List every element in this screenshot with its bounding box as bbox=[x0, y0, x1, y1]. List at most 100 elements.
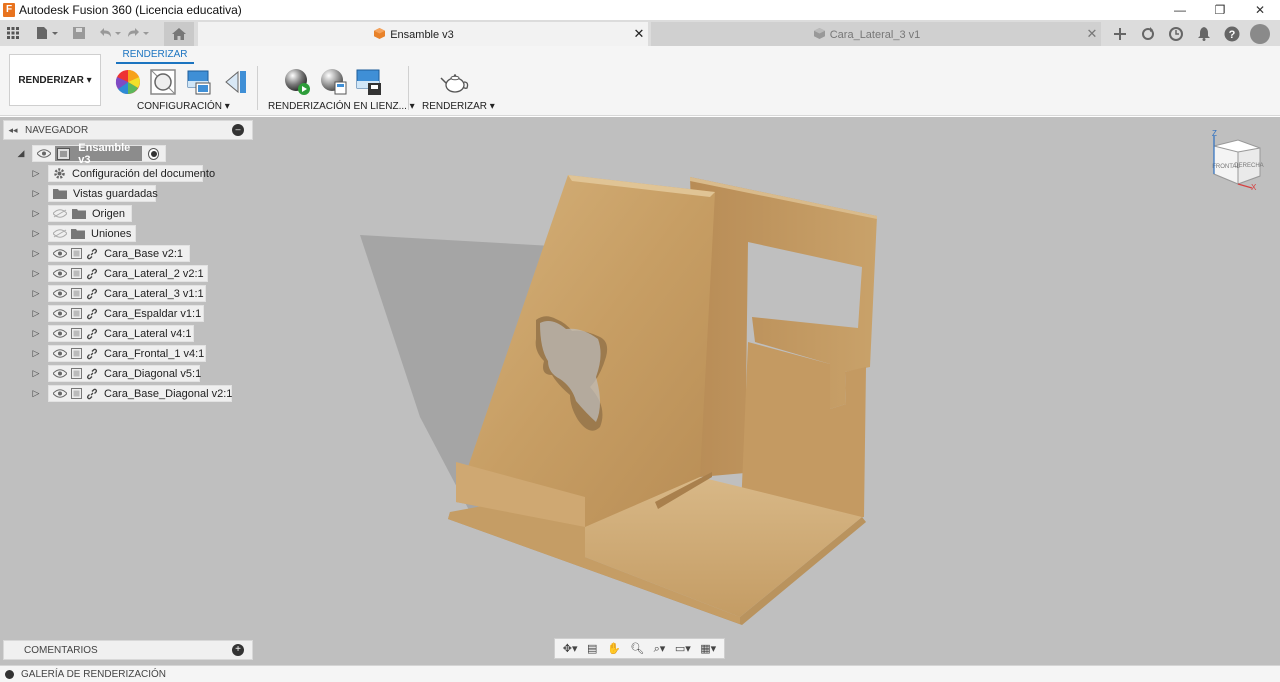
sync-icon[interactable] bbox=[1138, 24, 1158, 44]
tree-item[interactable]: Cara_Diagonal v5:1 bbox=[48, 365, 201, 382]
comments-panel[interactable]: COMENTARIOS + bbox=[3, 640, 253, 660]
orbit-move-icon[interactable]: ✥▾ bbox=[563, 642, 578, 655]
expand-arrow-icon[interactable]: ▷ bbox=[31, 388, 41, 398]
appearance-icon[interactable] bbox=[113, 67, 143, 97]
pan-icon[interactable]: ✋ bbox=[607, 642, 621, 655]
add-comment-icon[interactable]: + bbox=[232, 644, 244, 656]
close-window-button[interactable]: ✕ bbox=[1240, 0, 1280, 20]
radio-active-icon[interactable] bbox=[148, 147, 159, 160]
collapse-arrow-icon[interactable]: ◢ bbox=[16, 148, 26, 158]
tree-item[interactable]: Cara_Lateral_3 v1:1 bbox=[48, 285, 206, 302]
navigator-title: NAVEGADOR bbox=[25, 124, 89, 136]
render-teapot-icon[interactable] bbox=[440, 67, 470, 97]
tree-item[interactable]: Vistas guardadas bbox=[48, 185, 158, 202]
link-icon bbox=[86, 287, 98, 301]
home-icon[interactable] bbox=[164, 22, 194, 46]
group-renderizacion-lienzo-label[interactable]: RENDERIZACIÓN EN LIENZ... ▾ bbox=[268, 101, 415, 112]
navigation-toolbar: ✥▾ ▤ ✋ 🔍︎ ⌕▾ ▭▾ ▦▾ bbox=[554, 638, 725, 659]
display-settings-icon[interactable]: ▭▾ bbox=[675, 642, 691, 655]
part-doc-icon bbox=[813, 27, 825, 39]
tree-item[interactable]: Cara_Base v2:1 bbox=[48, 245, 190, 262]
collapse-panel-icon[interactable]: ◂◂ bbox=[4, 125, 22, 136]
bell-icon[interactable] bbox=[1194, 24, 1214, 44]
eye-icon[interactable] bbox=[53, 367, 67, 381]
ribbon-divider bbox=[257, 66, 258, 110]
group-renderizar-label[interactable]: RENDERIZAR ▾ bbox=[422, 101, 495, 112]
tree-item[interactable]: Cara_Lateral v4:1 bbox=[48, 325, 194, 342]
expand-arrow-icon[interactable]: ▷ bbox=[31, 268, 41, 278]
tree-item-label: Cara_Lateral_2 v2:1 bbox=[104, 267, 204, 280]
group-configuracion-label[interactable]: CONFIGURACIÓN ▾ bbox=[137, 101, 230, 112]
tree-item[interactable]: Cara_Base_Diagonal v2:1 bbox=[48, 385, 232, 402]
tree-item[interactable]: Cara_Lateral_2 v2:1 bbox=[48, 265, 208, 282]
expand-arrow-icon[interactable]: ▷ bbox=[31, 348, 41, 358]
expand-arrow-icon[interactable]: ▷ bbox=[31, 168, 41, 178]
environment-library-icon[interactable] bbox=[184, 67, 214, 97]
tree-root[interactable]: Ensamble v3 bbox=[32, 142, 166, 166]
undo-icon[interactable] bbox=[96, 22, 124, 44]
file-menu-icon[interactable] bbox=[32, 22, 62, 44]
folder-icon bbox=[71, 207, 86, 221]
zoom-icon[interactable]: 🔍︎ bbox=[630, 642, 644, 655]
axis-x-label: X bbox=[1251, 183, 1257, 192]
viewcube-right-label[interactable]: DERECHA bbox=[1234, 163, 1263, 169]
eye-hidden-icon[interactable] bbox=[53, 207, 68, 221]
tree-item[interactable]: Configuración del documento bbox=[48, 165, 215, 182]
tree-item-label: Cara_Base v2:1 bbox=[104, 247, 183, 260]
component-icon bbox=[71, 267, 82, 281]
expand-arrow-icon[interactable]: ▷ bbox=[31, 328, 41, 338]
help-icon[interactable]: ? bbox=[1222, 24, 1242, 44]
tree-item[interactable]: Uniones bbox=[48, 225, 136, 242]
clock-icon[interactable] bbox=[1166, 24, 1186, 44]
viewcube[interactable]: FRONTAL DERECHA Z X bbox=[1204, 128, 1268, 192]
link-icon bbox=[86, 307, 98, 321]
minimize-panel-icon[interactable]: – bbox=[232, 124, 244, 136]
decal-icon[interactable] bbox=[220, 67, 250, 97]
comments-title: COMENTARIOS bbox=[24, 644, 98, 656]
expand-arrow-icon[interactable]: ▷ bbox=[31, 248, 41, 258]
expand-arrow-icon[interactable]: ▷ bbox=[31, 228, 41, 238]
eye-icon[interactable] bbox=[53, 287, 67, 301]
eye-icon[interactable] bbox=[53, 347, 67, 361]
tree-item[interactable]: Cara_Frontal_1 v4:1 bbox=[48, 345, 206, 362]
save-icon[interactable] bbox=[68, 22, 90, 44]
start-canvas-render-icon[interactable] bbox=[282, 67, 312, 97]
tab-renderizar[interactable]: RENDERIZAR bbox=[116, 49, 194, 64]
gallery-expand-icon[interactable] bbox=[5, 669, 14, 679]
look-at-icon[interactable]: ▤ bbox=[587, 642, 597, 655]
redo-icon[interactable] bbox=[124, 22, 152, 44]
render-gallery-bar[interactable]: GALERÍA DE RENDERIZACIÓN bbox=[0, 665, 1280, 682]
gallery-title: GALERÍA DE RENDERIZACIÓN bbox=[21, 668, 167, 680]
expand-arrow-icon[interactable]: ▷ bbox=[31, 188, 41, 198]
eye-icon[interactable] bbox=[53, 387, 67, 401]
document-tab-bar: Ensamble v3 ✕ Cara_Lateral_3 v1 ✕ ? bbox=[0, 20, 1280, 46]
expand-arrow-icon[interactable]: ▷ bbox=[31, 308, 41, 318]
tree-item[interactable]: Origen bbox=[48, 205, 132, 222]
close-tab-icon[interactable]: ✕ bbox=[630, 26, 648, 42]
tab-ensamble-v3[interactable]: Ensamble v3 ✕ bbox=[198, 22, 648, 46]
eye-icon[interactable] bbox=[53, 267, 67, 281]
plus-icon[interactable] bbox=[1110, 24, 1130, 44]
grid-settings-icon[interactable]: ▦▾ bbox=[700, 642, 716, 655]
eye-hidden-icon[interactable] bbox=[53, 227, 67, 241]
expand-arrow-icon[interactable]: ▷ bbox=[31, 288, 41, 298]
close-tab-icon[interactable]: ✕ bbox=[1083, 26, 1101, 42]
apps-grid-icon[interactable] bbox=[2, 22, 24, 44]
zoom-window-icon[interactable]: ⌕▾ bbox=[654, 642, 666, 656]
minimize-button[interactable]: — bbox=[1160, 0, 1200, 20]
expand-arrow-icon[interactable]: ▷ bbox=[31, 368, 41, 378]
canvas-render-settings-icon[interactable] bbox=[318, 67, 348, 97]
eye-icon[interactable] bbox=[53, 327, 67, 341]
expand-arrow-icon[interactable]: ▷ bbox=[31, 208, 41, 218]
component-icon bbox=[71, 247, 83, 261]
scene-settings-icon[interactable] bbox=[148, 67, 178, 97]
eye-icon[interactable] bbox=[53, 307, 67, 321]
eye-icon[interactable] bbox=[37, 147, 52, 161]
user-avatar[interactable] bbox=[1250, 24, 1270, 44]
workspace-switcher-button[interactable]: RENDERIZAR ▾ bbox=[9, 54, 101, 106]
capture-image-icon[interactable] bbox=[354, 67, 384, 97]
tab-cara-lateral-3[interactable]: Cara_Lateral_3 v1 ✕ bbox=[651, 22, 1101, 46]
restore-button[interactable]: ❐ bbox=[1200, 0, 1240, 20]
tree-item[interactable]: Cara_Espaldar v1:1 bbox=[48, 305, 204, 322]
eye-icon[interactable] bbox=[53, 247, 67, 261]
